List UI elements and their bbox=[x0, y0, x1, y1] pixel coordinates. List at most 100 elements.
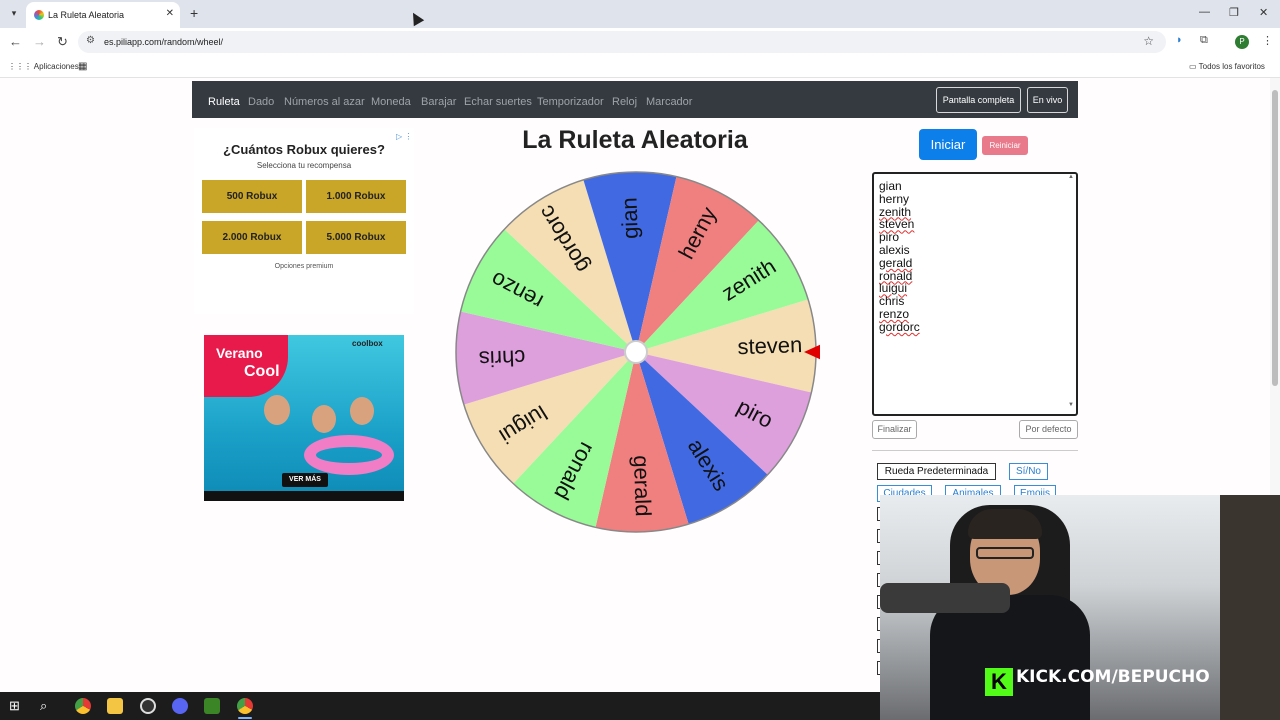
glasses bbox=[976, 547, 1034, 559]
minecraft-icon[interactable] bbox=[204, 698, 220, 714]
nav-temporizador[interactable]: Temporizador bbox=[537, 96, 604, 108]
person-image bbox=[350, 397, 374, 425]
reload-icon[interactable]: ↻ bbox=[57, 34, 68, 50]
webcam-overlay: K KICK.COM/BEPUCHO bbox=[880, 495, 1280, 720]
nav-moneda[interactable]: Moneda bbox=[371, 96, 411, 108]
restore-icon[interactable]: ❐ bbox=[1229, 6, 1239, 19]
nav-ruleta[interactable]: Ruleta bbox=[208, 96, 240, 108]
discord-icon[interactable] bbox=[172, 698, 188, 714]
wheel-label-chris: chris bbox=[478, 345, 525, 372]
bookshelf bbox=[1220, 495, 1280, 720]
bookmark-apps-label: Aplicaciones bbox=[33, 62, 79, 71]
back-arrow-icon[interactable]: ← bbox=[9, 34, 22, 49]
nav-echar-suertes[interactable]: Echar suertes bbox=[464, 96, 532, 108]
scroll-down-icon[interactable]: ▼ bbox=[1068, 402, 1074, 408]
default-button[interactable]: Por defecto bbox=[1019, 420, 1078, 439]
ad-premium-text: Opciones premium bbox=[274, 263, 334, 270]
kick-logo: K bbox=[985, 668, 1013, 696]
tab-title: La Ruleta Aleatoria bbox=[48, 10, 125, 20]
wheel-label-gian: gian bbox=[616, 197, 642, 239]
name-line: gerald bbox=[879, 255, 913, 270]
nav-marcador[interactable]: Marcador bbox=[646, 96, 692, 108]
all-bookmarks-label: Todos los favoritos bbox=[1198, 62, 1265, 71]
wheel-title: La Ruleta Aleatoria bbox=[522, 126, 748, 154]
robux-5000-button[interactable]: 5.000 Robux bbox=[306, 221, 406, 254]
streamer-hair bbox=[968, 509, 1042, 539]
search-icon[interactable]: ⌕ bbox=[40, 698, 56, 714]
finish-button[interactable]: Finalizar bbox=[872, 420, 917, 439]
bookmark-apps[interactable]: ⋮⋮⋮ Aplicaciones bbox=[8, 62, 79, 71]
scroll-up-icon[interactable]: ▲ bbox=[1068, 174, 1074, 180]
ad-title: ¿Cuántos Robux quieres? bbox=[223, 142, 385, 157]
ver-mas-button[interactable]: VER MÁS bbox=[282, 473, 328, 487]
name-line: renzo bbox=[879, 306, 910, 321]
all-bookmarks[interactable]: ▭ Todos los favoritos bbox=[1189, 62, 1265, 71]
extensions-puzzle-icon[interactable]: ⧉ bbox=[1200, 34, 1208, 47]
ad-footer bbox=[204, 491, 404, 501]
preset-default-wheel[interactable]: Rueda Predeterminada bbox=[877, 463, 996, 480]
site-navigation: Ruleta Dado Números al azar Moneda Baraj… bbox=[192, 81, 1078, 118]
forward-arrow-icon[interactable]: → bbox=[33, 34, 46, 49]
microphone bbox=[880, 583, 1010, 613]
ad-choices-icon[interactable]: ▷ ⋮ bbox=[396, 132, 412, 141]
nav-reloj[interactable]: Reloj bbox=[612, 96, 637, 108]
minimize-icon[interactable]: — bbox=[1199, 6, 1210, 18]
wheel-favicon-icon bbox=[34, 10, 44, 20]
site-settings-icon[interactable]: ⚙ bbox=[86, 35, 95, 46]
wheel-label-steven: steven bbox=[737, 332, 803, 359]
robux-500-button[interactable]: 500 Robux bbox=[202, 180, 302, 213]
divider bbox=[872, 450, 1078, 451]
person-image bbox=[312, 405, 336, 433]
browser-tab[interactable]: La Ruleta Aleatoria ✕ bbox=[26, 2, 180, 28]
tab-list-chevron-icon[interactable]: ▾ bbox=[6, 5, 22, 21]
streamer-shirt bbox=[930, 595, 1090, 720]
verano-cool-logo: Verano Cool bbox=[204, 335, 288, 397]
active-app-indicator bbox=[238, 717, 252, 719]
wheel-label-gerald: gerald bbox=[629, 455, 656, 517]
preset-yes-no[interactable]: Sí/No bbox=[1009, 463, 1048, 480]
obs-icon[interactable] bbox=[140, 698, 156, 714]
nav-numeros[interactable]: Números al azar bbox=[284, 96, 365, 108]
stream-url: KICK.COM/BEPUCHO bbox=[1016, 667, 1210, 687]
tab-close-icon[interactable]: ✕ bbox=[166, 8, 174, 19]
window-close-icon[interactable]: ✕ bbox=[1259, 6, 1268, 19]
coolbox-brand: coolbox bbox=[352, 339, 383, 348]
name-line: herny bbox=[879, 191, 910, 206]
name-line: gian bbox=[879, 179, 902, 193]
windows-taskbar: ⊞ ⌕ bbox=[0, 692, 880, 720]
wheel-hub bbox=[624, 340, 648, 364]
chrome-icon[interactable] bbox=[75, 698, 91, 714]
robux-1000-button[interactable]: 1.000 Robux bbox=[306, 180, 406, 213]
ad-cool-text: Cool bbox=[244, 363, 280, 380]
name-line: alexis bbox=[879, 242, 910, 257]
scrollbar-thumb[interactable] bbox=[1272, 90, 1278, 386]
nav-dado[interactable]: Dado bbox=[248, 96, 274, 108]
person-image bbox=[264, 395, 290, 425]
ad-verano-text: Verano bbox=[216, 345, 263, 361]
spin-wheel[interactable]: stevenpiroalexisgeraldronaldluiguichrisr… bbox=[452, 168, 820, 536]
live-button[interactable]: En vivo bbox=[1027, 87, 1068, 113]
names-list: gian herny zenith steven piro alexis gerald ron… bbox=[879, 180, 920, 334]
name-line: gordorc bbox=[879, 319, 920, 334]
bookmarks-bar: ⋮⋮⋮ Aplicaciones ▦ ▭ Todos los favoritos bbox=[0, 56, 1280, 78]
reset-button[interactable]: Reiniciar bbox=[982, 136, 1028, 155]
summer-ad[interactable]: Verano Cool coolbox VER MÁS bbox=[204, 335, 404, 501]
extension-icon[interactable]: ◗ bbox=[1176, 34, 1183, 46]
file-explorer-icon[interactable] bbox=[107, 698, 123, 714]
tab-groups-icon[interactable]: ▦ bbox=[78, 61, 87, 72]
bookmark-star-icon[interactable]: ☆ bbox=[1143, 34, 1154, 48]
profile-avatar[interactable]: P bbox=[1235, 35, 1249, 49]
nav-barajar[interactable]: Barajar bbox=[421, 96, 456, 108]
menu-kebab-icon[interactable]: ⋮ bbox=[1262, 34, 1273, 47]
browser-tabbar: ▾ La Ruleta Aleatoria ✕ + — ❐ ✕ bbox=[0, 0, 1280, 28]
names-textarea[interactable]: gian herny zenith steven piro alexis gerald ron… bbox=[872, 172, 1078, 416]
chrome-profile-icon[interactable] bbox=[237, 698, 253, 714]
windows-start-icon[interactable]: ⊞ bbox=[9, 698, 25, 714]
address-url: es.piliapp.com/random/wheel/ bbox=[104, 37, 224, 47]
fullscreen-button[interactable]: Pantalla completa bbox=[936, 87, 1021, 113]
new-tab-plus-icon[interactable]: + bbox=[190, 5, 198, 21]
start-button[interactable]: Iniciar bbox=[919, 129, 977, 160]
robux-ad[interactable]: ▷ ⋮ ¿Cuántos Robux quieres? Selecciona t… bbox=[194, 128, 414, 314]
robux-2000-button[interactable]: 2.000 Robux bbox=[202, 221, 302, 254]
address-bar[interactable]: ⚙ es.piliapp.com/random/wheel/ ☆ bbox=[78, 31, 1166, 53]
